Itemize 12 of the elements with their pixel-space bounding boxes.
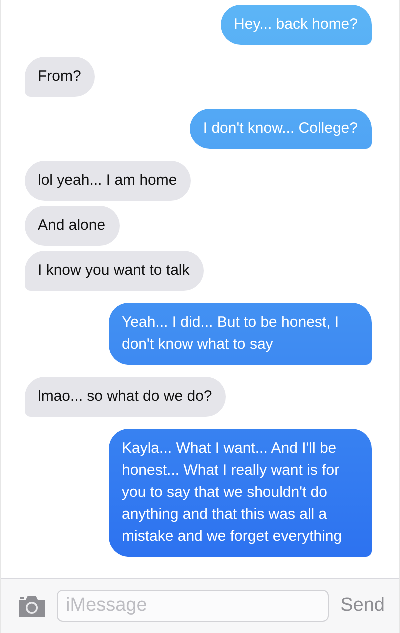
message-input-field[interactable]: iMessage: [57, 590, 329, 622]
sent-message-bubble: Yeah... I did... But to be honest, I don't know what to say: [109, 303, 372, 365]
sent-message-bubble: Hey... back home?: [221, 5, 372, 45]
send-button[interactable]: Send: [338, 595, 387, 617]
received-message-bubble: lol yeah... I am home: [25, 161, 192, 201]
sent-message-bubble: I don't know... College?: [190, 109, 372, 149]
received-message-bubble: I know you want to talk: [25, 251, 204, 291]
received-message-bubble: And alone: [25, 206, 120, 246]
camera-icon[interactable]: [17, 594, 47, 618]
received-message-bubble: From?: [25, 57, 96, 97]
sent-message-bubble: Kayla... What I want... And I'll be honest... What I really want is for you to say that we shouldn't do anything and that this was all a mistake and we forget everything: [109, 429, 372, 557]
received-message-bubble: lmao... so what do we do?: [25, 377, 226, 417]
